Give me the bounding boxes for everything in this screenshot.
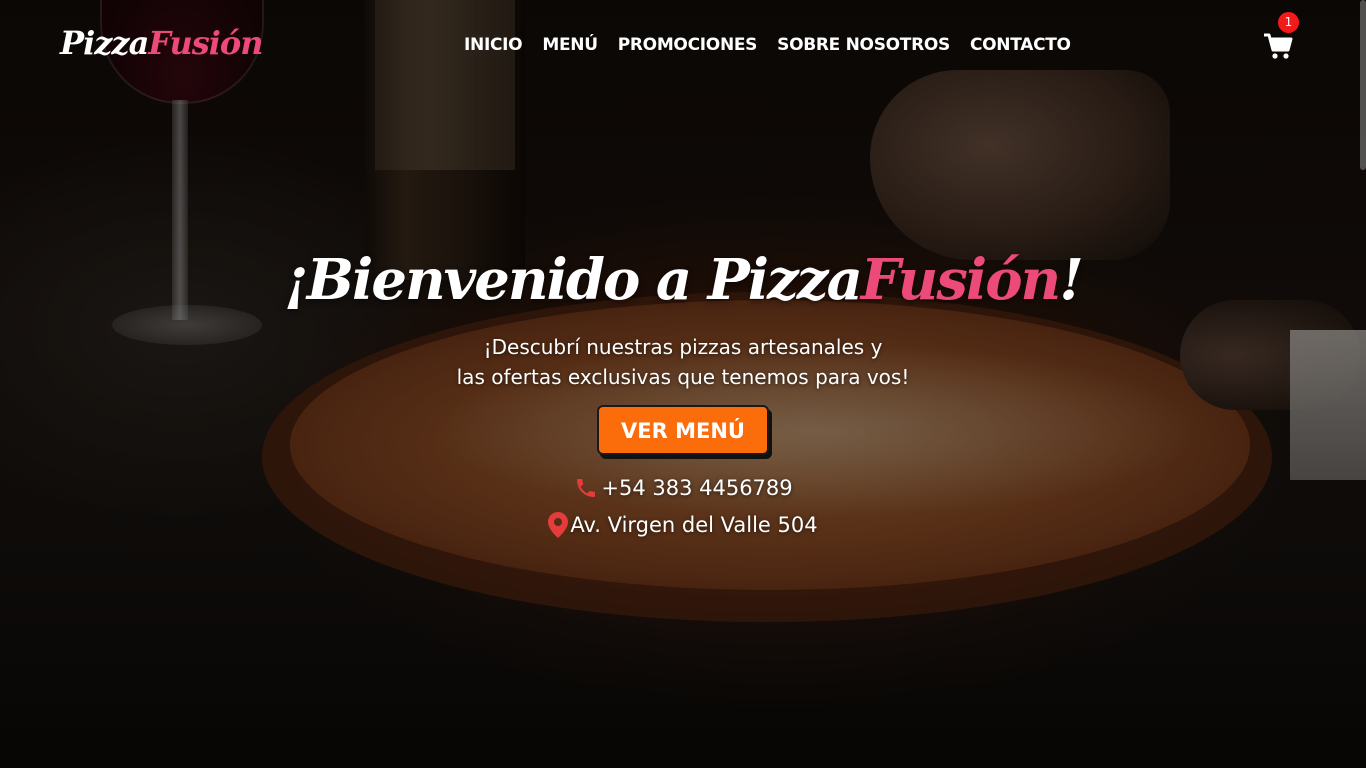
hero-title: ¡Bienvenido a PizzaFusión!	[0, 240, 1366, 320]
ver-menu-button[interactable]: VER MENÚ	[597, 405, 769, 455]
location-pin-icon	[548, 512, 569, 538]
nav-item-contacto[interactable]: CONTACTO	[970, 35, 1071, 55]
shopping-cart-icon[interactable]	[1263, 32, 1293, 60]
address-text[interactable]: Av. Virgen del Valle 504	[570, 510, 817, 540]
logo-text-white: Pizza	[60, 24, 149, 62]
phone-number[interactable]: +54 383 4456789	[601, 473, 792, 503]
hero-subtitle: ¡Descubrí nuestras pizzas artesanales y …	[403, 332, 963, 392]
nav-item-menu[interactable]: MENÚ	[542, 35, 598, 55]
nav-item-promociones[interactable]: PROMOCIONES	[618, 35, 758, 55]
hero-subtitle-line1: ¡Descubrí nuestras pizzas artesanales y	[483, 335, 883, 359]
hero-content: ¡Bienvenido a PizzaFusión! ¡Descubrí nue…	[0, 240, 1366, 540]
main-nav: INICIO MENÚ PROMOCIONES SOBRE NOSOTROS C…	[464, 35, 1071, 55]
nav-item-inicio[interactable]: INICIO	[464, 35, 523, 55]
phone-icon	[573, 476, 599, 500]
navbar: PizzaFusión INICIO MENÚ PROMOCIONES SOBR…	[0, 0, 1366, 92]
hero-title-brand-pink: Fusión	[860, 247, 1061, 313]
hero-section: PizzaFusión INICIO MENÚ PROMOCIONES SOBR…	[0, 0, 1366, 768]
hero-title-suffix: !	[1059, 247, 1084, 313]
nav-item-sobre-nosotros[interactable]: SOBRE NOSOTROS	[777, 35, 950, 55]
hero-title-brand-white: Pizza	[707, 247, 863, 313]
hero-title-prefix: ¡Bienvenido a	[284, 247, 708, 313]
page-scrollbar[interactable]	[1360, 0, 1366, 768]
address-line: Av. Virgen del Valle 504	[0, 510, 1366, 540]
brand-logo[interactable]: PizzaFusión	[60, 24, 264, 62]
phone-line: +54 383 4456789	[0, 473, 1366, 503]
cart-count-badge: 1	[1278, 12, 1299, 33]
scrollbar-thumb[interactable]	[1360, 0, 1366, 170]
logo-text-pink: Fusión	[148, 24, 263, 62]
hero-subtitle-line2: las ofertas exclusivas que tenemos para …	[456, 365, 910, 389]
